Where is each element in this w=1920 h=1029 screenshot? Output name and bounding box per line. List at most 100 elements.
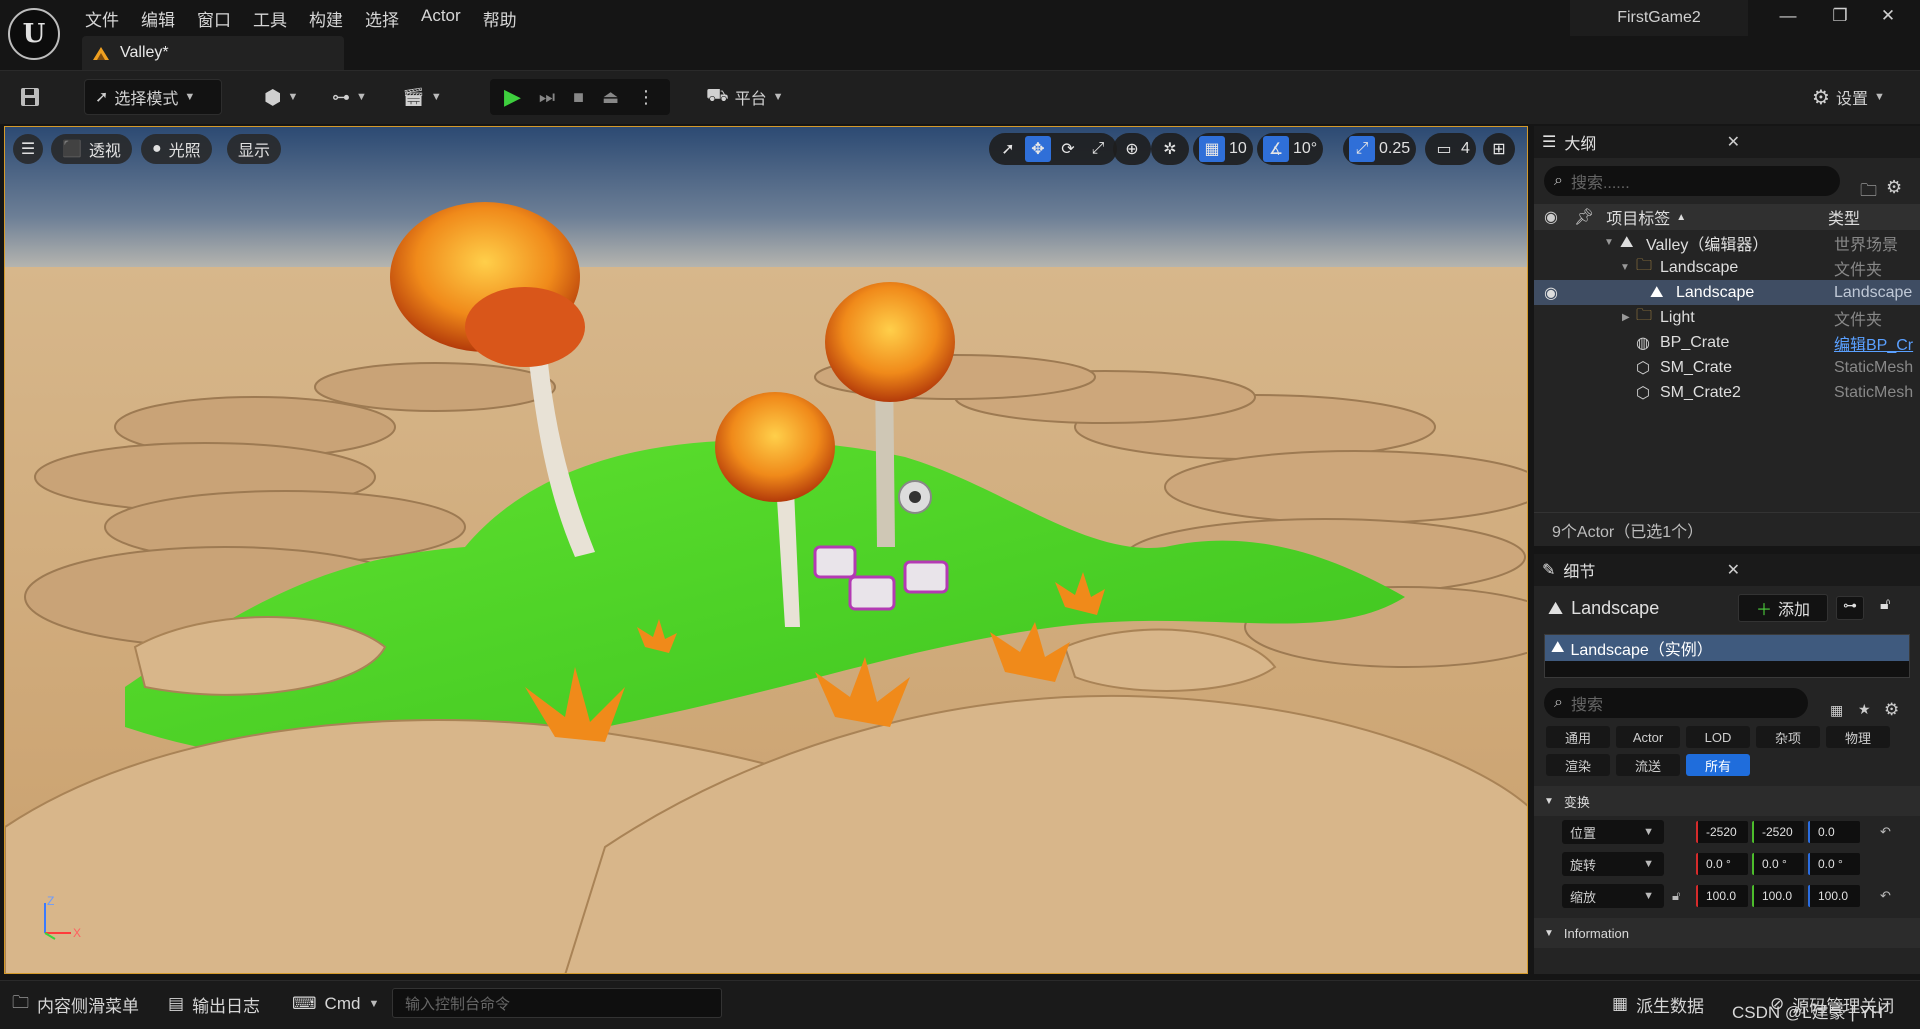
- add-component-button[interactable]: ＋ 添加: [1738, 594, 1828, 622]
- cinematics-button[interactable]: 🎬︎ ▼: [402, 79, 442, 115]
- scale-snap-button[interactable]: ⤢ 0.25: [1343, 133, 1417, 165]
- outliner-row-selected[interactable]: ◉ ⛰ Landscape Landscape: [1534, 280, 1920, 305]
- output-log-button[interactable]: ▤ 输出日志: [168, 991, 260, 1017]
- rotation-snap-button[interactable]: ∡ 10°: [1257, 133, 1324, 165]
- menu-window[interactable]: 窗口: [186, 4, 242, 33]
- collapse-arrow-icon[interactable]: ▼: [1604, 237, 1614, 248]
- blueprint-button[interactable]: ⊶ ▼: [332, 79, 367, 115]
- star-icon[interactable]: ★: [1858, 701, 1871, 718]
- outliner-row[interactable]: ▶ 🗀︎ Light 文件夹: [1534, 305, 1920, 330]
- pin-icon[interactable]: 📌︎: [1574, 207, 1594, 227]
- col-label-header[interactable]: 项目标签: [1606, 205, 1670, 229]
- eject-icon[interactable]: ⏏: [602, 87, 619, 108]
- location-dropdown[interactable]: 位置 ▼: [1562, 820, 1664, 844]
- more-icon[interactable]: ⋮: [637, 87, 655, 108]
- step-icon[interactable]: ⏭: [539, 87, 555, 108]
- filter-physics[interactable]: 物理: [1826, 726, 1890, 748]
- scale-x-field[interactable]: 100.0: [1696, 885, 1748, 907]
- camera-speed-button[interactable]: ▭ 4: [1425, 133, 1476, 165]
- outliner-row[interactable]: ◍ BP_Crate 编辑BP_Cr: [1534, 330, 1920, 355]
- rotation-x-field[interactable]: 0.0 °: [1696, 853, 1748, 875]
- lock-icon[interactable]: 🔓︎: [1672, 888, 1680, 904]
- filter-rendering[interactable]: 渲染: [1546, 754, 1610, 776]
- location-y-field[interactable]: -2520: [1752, 821, 1804, 843]
- perspective-button[interactable]: ⬛ 透视: [51, 134, 132, 164]
- restore-icon[interactable]: ❐: [1820, 6, 1860, 32]
- settings-dropdown[interactable]: ⚙ 设置 ▼: [1812, 79, 1885, 115]
- filter-actor[interactable]: Actor: [1616, 726, 1680, 748]
- visibility-icon[interactable]: ◉: [1544, 207, 1558, 227]
- reset-icon[interactable]: ↶: [1880, 888, 1891, 904]
- transform-section-header[interactable]: ▼ 变换: [1534, 786, 1920, 816]
- component-row-selected[interactable]: ⛰ Landscape（实例）: [1545, 635, 1909, 661]
- rotation-dropdown[interactable]: 旋转 ▼: [1562, 852, 1664, 876]
- menu-build[interactable]: 构建: [298, 4, 354, 33]
- surface-snap-button[interactable]: ✲: [1151, 133, 1189, 165]
- new-folder-icon[interactable]: 🗀︎: [1860, 178, 1877, 207]
- select-mode-dropdown[interactable]: ➚ 选择模式 ▼: [84, 79, 222, 115]
- gear-icon[interactable]: ⚙: [1884, 700, 1899, 720]
- level-tab[interactable]: Valley*: [82, 36, 344, 70]
- outliner-row[interactable]: ⬡ SM_Crate StaticMesh: [1534, 355, 1920, 380]
- outliner-tab[interactable]: ☰ 大纲 ✕: [1534, 126, 1920, 158]
- close-icon[interactable]: ✕: [1868, 6, 1908, 32]
- expand-arrow-icon[interactable]: ▶: [1622, 312, 1630, 323]
- platform-dropdown[interactable]: ⛟ 平台 ▼: [706, 79, 784, 115]
- filter-all[interactable]: 所有: [1686, 754, 1750, 776]
- details-tab[interactable]: ✎ 细节 ✕: [1534, 554, 1920, 586]
- filter-streaming[interactable]: 流送: [1616, 754, 1680, 776]
- rotation-z-field[interactable]: 0.0 °: [1808, 853, 1860, 875]
- menu-tools[interactable]: 工具: [242, 4, 298, 33]
- rotation-y-field[interactable]: 0.0 °: [1752, 853, 1804, 875]
- play-icon[interactable]: ▶: [504, 84, 521, 110]
- location-z-field[interactable]: 0.0: [1808, 821, 1860, 843]
- outliner-row[interactable]: ▼ ⛰ Valley（编辑器） 世界场景: [1534, 230, 1920, 255]
- save-button[interactable]: [18, 79, 42, 115]
- visibility-icon[interactable]: ◉: [1544, 283, 1558, 303]
- cmd-dropdown[interactable]: ⌨ Cmd ▼: [292, 991, 379, 1017]
- lighting-button[interactable]: ● 光照: [141, 134, 212, 164]
- stop-icon[interactable]: ■: [573, 87, 584, 108]
- collapse-arrow-icon[interactable]: ▼: [1620, 262, 1630, 273]
- menu-help[interactable]: 帮助: [472, 4, 528, 33]
- console-input[interactable]: 输入控制台命令: [392, 988, 722, 1018]
- blueprint-convert-icon[interactable]: ⊶: [1836, 596, 1864, 620]
- reset-icon[interactable]: ↶: [1880, 824, 1891, 840]
- viewport-menu-button[interactable]: ☰: [13, 134, 43, 164]
- scale-tool-icon[interactable]: ⤢: [1085, 136, 1111, 162]
- outliner-row-type-link[interactable]: 编辑BP_Cr: [1834, 331, 1913, 355]
- unreal-logo[interactable]: U: [8, 8, 60, 60]
- outliner-row[interactable]: ▼ 🗀︎ Landscape 文件夹: [1534, 255, 1920, 280]
- gear-icon[interactable]: ⚙: [1886, 177, 1902, 198]
- filter-lod[interactable]: LOD: [1686, 726, 1750, 748]
- show-button[interactable]: 显示: [227, 134, 282, 164]
- information-section-header[interactable]: ▼ Information: [1534, 918, 1920, 948]
- menu-edit[interactable]: 编辑: [130, 4, 186, 33]
- scale-y-field[interactable]: 100.0: [1752, 885, 1804, 907]
- filter-misc[interactable]: 杂项: [1756, 726, 1820, 748]
- scale-dropdown[interactable]: 缩放 ▼: [1562, 884, 1664, 908]
- close-icon[interactable]: ✕: [1727, 560, 1740, 580]
- add-actor-button[interactable]: ⬢ ▼: [264, 79, 298, 115]
- details-search-input[interactable]: ⌕ 搜索: [1544, 688, 1808, 718]
- scale-z-field[interactable]: 100.0: [1808, 885, 1860, 907]
- content-drawer-button[interactable]: 🗀︎ 内容侧滑菜单: [12, 991, 139, 1017]
- outliner-search-input[interactable]: ⌕ 搜索......: [1544, 166, 1840, 196]
- col-type-header[interactable]: 类型: [1828, 205, 1860, 229]
- grid-snap-button[interactable]: ▦ 10: [1193, 133, 1253, 165]
- menu-actor[interactable]: Actor: [410, 4, 472, 33]
- move-tool-icon[interactable]: ✥: [1025, 136, 1051, 162]
- close-icon[interactable]: ✕: [1727, 132, 1740, 152]
- outliner-row[interactable]: ⬡ SM_Crate2 StaticMesh: [1534, 380, 1920, 405]
- select-tool-icon[interactable]: ➚: [995, 136, 1021, 162]
- menu-select[interactable]: 选择: [354, 4, 410, 33]
- rotate-tool-icon[interactable]: ⟳: [1055, 136, 1081, 162]
- world-space-button[interactable]: ⊕: [1113, 133, 1151, 165]
- filter-general[interactable]: 通用: [1546, 726, 1610, 748]
- menu-file[interactable]: 文件: [74, 4, 130, 33]
- lock-icon[interactable]: 🔓︎: [1880, 596, 1890, 614]
- minimize-icon[interactable]: —: [1768, 6, 1808, 32]
- derived-data-button[interactable]: ▦ 派生数据: [1612, 991, 1704, 1017]
- location-x-field[interactable]: -2520: [1696, 821, 1748, 843]
- table-view-icon[interactable]: ▦: [1830, 702, 1843, 719]
